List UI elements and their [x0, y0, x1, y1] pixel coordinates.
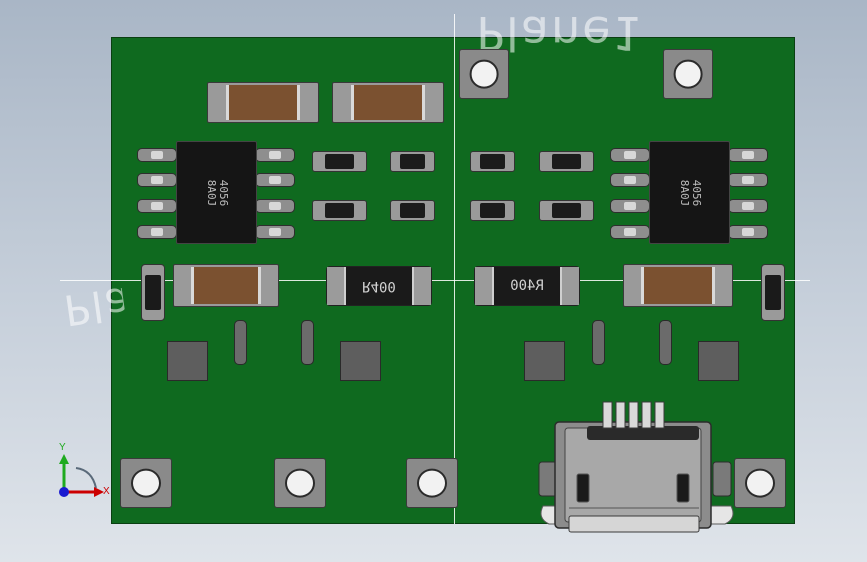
- slot-left-1[interactable]: [234, 320, 247, 365]
- smd-led-right-top[interactable]: [539, 151, 594, 172]
- vertical-plane-line: [454, 14, 455, 524]
- smd-diode-left-edge[interactable]: [141, 264, 165, 321]
- usb-port-opening: [568, 515, 700, 533]
- usb-pin: [602, 401, 613, 429]
- ic-left-pin[interactable]: [137, 225, 177, 239]
- mounting-pad-bottom-4[interactable]: [734, 458, 786, 508]
- mounting-pad-bottom-1[interactable]: [120, 458, 172, 508]
- usb-pin: [654, 401, 665, 429]
- ic-right-pin[interactable]: [610, 199, 650, 213]
- capacitor-top-1[interactable]: [207, 82, 319, 123]
- ic-right-pin[interactable]: [728, 173, 768, 187]
- triad-z-axis-icon: [59, 487, 69, 497]
- capacitor-middle-right[interactable]: [623, 264, 733, 307]
- ic-left-pin[interactable]: [137, 173, 177, 187]
- ic-right-pin[interactable]: [610, 173, 650, 187]
- smd-led-left-bottom[interactable]: [312, 200, 367, 221]
- usb-pin: [615, 401, 626, 429]
- capacitor-top-2[interactable]: [332, 82, 444, 123]
- usb-side-tab-right: [712, 461, 732, 497]
- mounting-pad-bottom-3[interactable]: [406, 458, 458, 508]
- ic-left-pin[interactable]: [255, 148, 295, 162]
- ic-right-charger-chip[interactable]: 4056 8A0J: [649, 141, 730, 244]
- ic-right-pin[interactable]: [728, 199, 768, 213]
- slot-right-1[interactable]: [592, 320, 605, 365]
- triad-y-label: Y: [59, 442, 66, 453]
- usb-pin: [641, 401, 652, 429]
- mounting-pad-bottom-2[interactable]: [274, 458, 326, 508]
- square-pad-left-2[interactable]: [340, 341, 381, 381]
- resistor-label-left: R400: [362, 278, 396, 294]
- ic-right-pin[interactable]: [728, 148, 768, 162]
- ic-left-pin[interactable]: [255, 225, 295, 239]
- smd-diode-right-edge[interactable]: [761, 264, 785, 321]
- coordinate-triad: [59, 454, 104, 497]
- smd-led-right-bottom[interactable]: [539, 200, 594, 221]
- ic-left-pin[interactable]: [255, 199, 295, 213]
- ic-left-charger-chip[interactable]: 4056 8A0J: [176, 141, 257, 244]
- usb-latch-left: [576, 473, 590, 503]
- ic-left-pin[interactable]: [137, 148, 177, 162]
- slot-right-2[interactable]: [659, 320, 672, 365]
- micro-usb-connector[interactable]: [535, 398, 740, 540]
- ic-left-pin[interactable]: [137, 199, 177, 213]
- slot-left-2[interactable]: [301, 320, 314, 365]
- smd-resistor-left-top[interactable]: [390, 151, 435, 172]
- square-pad-right-2[interactable]: [698, 341, 739, 381]
- triad-z-arc-icon: [75, 467, 97, 489]
- resistor-label-right: R400: [510, 278, 544, 294]
- usb-pins: [602, 401, 665, 429]
- capacitor-middle-left[interactable]: [173, 264, 279, 307]
- ic-right-marking: 4056 8A0J: [677, 179, 703, 206]
- ic-left-marking: 4056 8A0J: [204, 179, 230, 206]
- smd-resistor-right-top[interactable]: [470, 151, 515, 172]
- mounting-pad-top-middle[interactable]: [459, 49, 509, 99]
- square-pad-left-1[interactable]: [167, 341, 208, 381]
- ic-right-pin[interactable]: [728, 225, 768, 239]
- ic-left-pin[interactable]: [255, 173, 295, 187]
- resistor-r400-left[interactable]: R400: [326, 266, 432, 306]
- usb-latch-right: [676, 473, 690, 503]
- usb-pin: [628, 401, 639, 429]
- ic-right-pin[interactable]: [610, 148, 650, 162]
- smd-led-left-top[interactable]: [312, 151, 367, 172]
- triad-y-arrow-icon: [59, 454, 69, 464]
- smd-resistor-right-bottom[interactable]: [470, 200, 515, 221]
- smd-resistor-left-bottom[interactable]: [390, 200, 435, 221]
- plane-label-left[interactable]: Pla: [61, 278, 127, 335]
- triad-x-label: X: [103, 486, 110, 497]
- mounting-pad-top-right[interactable]: [663, 49, 713, 99]
- square-pad-right-1[interactable]: [524, 341, 565, 381]
- ic-right-pin[interactable]: [610, 225, 650, 239]
- resistor-r400-right[interactable]: R400: [474, 266, 580, 306]
